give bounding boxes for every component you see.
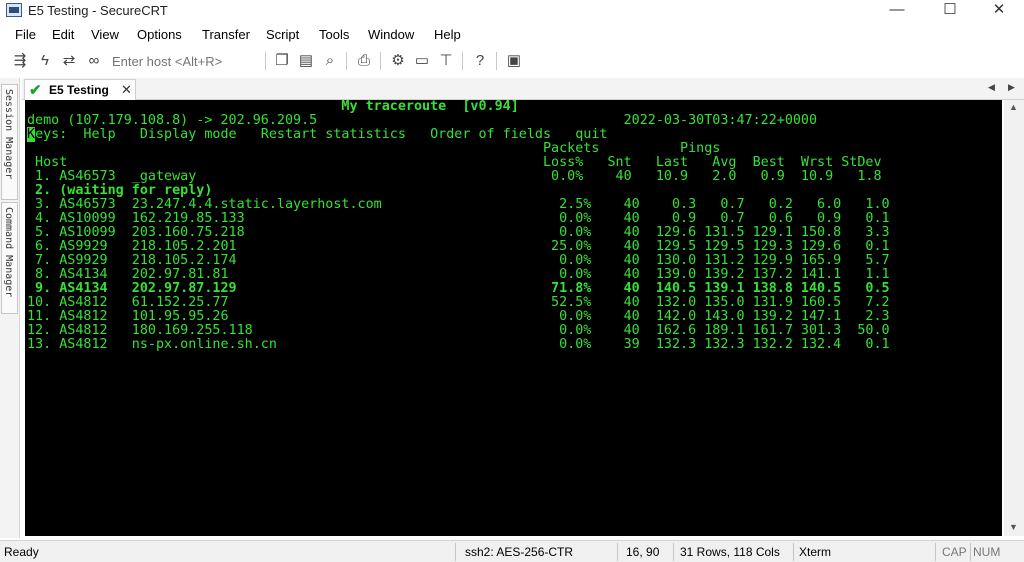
side-panel: Session Manager Command Manager [0,78,20,538]
status-bar: Ready ssh2: AES-256-CTR 16, 90 31 Rows, … [0,540,1024,562]
keymap-icon[interactable]: ▭ [412,51,432,71]
session-tab-strip: ✔ E5 Testing ✕ ◀ ▶ [22,78,1024,100]
status-terminal-type: Xterm [799,545,832,559]
status-separator [970,543,971,561]
hop-row: 12. AS4812 180.169.255.118 0.0% 40 162.6… [27,323,890,338]
menu-file[interactable]: File [15,27,36,42]
toolbar-separator [462,52,463,70]
hop-row: 3. AS46573 23.247.4.4.static.layerhost.c… [27,197,890,212]
hop-row: 13. AS4812 ns-px.online.sh.cn 0.0% 39 13… [27,337,890,352]
terminal-screen[interactable]: My traceroute [v0.94] demo (107.179.108.… [25,100,1002,536]
menu-edit[interactable]: Edit [52,27,74,42]
scroll-up-icon[interactable]: ▲ [1009,102,1018,112]
status-dimensions: 31 Rows, 118 Cols [680,545,780,559]
minimize-button[interactable]: — [874,0,920,22]
session-manager-label: Session Manager [3,89,14,180]
terminal-header-group-line: Packets Pings [27,141,721,156]
settings-icon[interactable]: ⚙ [388,51,408,71]
menu-transfer[interactable]: Transfer [202,27,250,42]
tab-scroll-right-icon[interactable]: ▶ [1008,82,1015,93]
tab-close-icon[interactable]: ✕ [121,82,132,98]
terminal-title-line: My traceroute [v0.94] [27,100,519,114]
help-icon[interactable]: ? [470,51,490,71]
hop-row: 5. AS10099 203.160.75.218 0.0% 40 129.6 … [27,225,890,240]
status-caps-lock: CAP [942,545,967,559]
status-cipher: ssh2: AES-256-CTR [465,545,574,559]
toolbar: ⇶ ϟ ⇄ ∞ ❐ ▤ ⌕ ⎙ ⚙ ▭ ⊤ ? ▣ [0,48,1024,74]
hop-row: 6. AS9929 218.105.2.201 25.0% 40 129.5 1… [27,239,890,254]
command-manager-label: Command Manager [3,207,14,298]
status-separator [673,543,674,561]
status-separator [935,543,936,561]
terminal-header-line: Host Loss% Snt Last Avg Best Wrst StDev [27,155,882,170]
link-icon[interactable]: ∞ [84,51,104,71]
window-title: E5 Testing - SecureCRT [28,3,168,18]
scroll-down-icon[interactable]: ▼ [1009,522,1018,532]
terminal-route-line: demo (107.179.108.8) -> 202.96.209.5 202… [27,113,818,128]
hop-row: 1. AS46573 _gateway 0.0% 40 10.9 2.0 0.9… [27,169,882,184]
command-manager-tab[interactable]: Command Manager [1,202,18,314]
hop-row: 7. AS9929 218.105.2.174 0.0% 40 130.0 13… [27,253,890,268]
connected-check-icon: ✔ [29,82,42,99]
reconnect-icon[interactable]: ⇄ [59,51,79,71]
terminal-scrollbar[interactable]: ▲ ▼ [1004,100,1024,536]
connect-icon[interactable]: ⇶ [10,51,30,71]
menu-window[interactable]: Window [368,27,414,42]
hop-row: 2. (waiting for reply) [27,183,213,198]
menu-script[interactable]: Script [266,27,299,42]
toolbar-separator [380,52,381,70]
tab-e5-testing[interactable]: ✔ E5 Testing ✕ [24,79,136,100]
maximize-button[interactable]: ☐ [927,0,973,22]
menu-help[interactable]: Help [434,27,461,42]
menu-tools[interactable]: Tools [319,27,349,42]
session-manager-tab[interactable]: Session Manager [1,84,18,200]
find-icon[interactable]: ⌕ [320,51,340,71]
terminal-cursor: K [27,127,36,142]
terminal-keys-line: Keys: Help Display mode Restart statisti… [27,127,608,142]
screen-icon[interactable]: ▣ [504,51,524,71]
status-separator [617,543,618,561]
toolbar-separator [265,52,266,70]
lightning-icon[interactable]: ϟ [35,51,55,71]
menu-view[interactable]: View [91,27,119,42]
status-separator [455,543,456,561]
keys-text: eys: Help Display mode Restart statistic… [35,127,608,142]
tab-scroll-left-icon[interactable]: ◀ [988,82,995,93]
status-num-lock: NUM [973,545,1001,559]
toolbar-separator [496,52,497,70]
copy-icon[interactable]: ❐ [272,51,292,71]
hop-row: 11. AS4812 101.95.95.26 0.0% 40 142.0 14… [27,309,890,324]
menu-bar: File Edit View Options Transfer Script T… [0,24,1024,46]
close-window-button[interactable]: ✕ [976,0,1022,22]
quick-connect-input[interactable] [112,52,260,70]
paste-icon[interactable]: ▤ [296,51,316,71]
status-cursor-position: 16, 90 [626,545,660,559]
status-ready: Ready [4,545,39,559]
menu-options[interactable]: Options [137,27,182,42]
status-separator [793,543,794,561]
sftp-icon[interactable]: ⊤ [436,51,456,71]
toolbar-separator [346,52,347,70]
hop-row: 8. AS4134 202.97.81.81 0.0% 40 139.0 139… [27,267,890,282]
tab-label: E5 Testing [49,83,109,97]
title-bar: E5 Testing - SecureCRT — ☐ ✕ [0,0,1024,22]
hop-row: 9. AS4134 202.97.87.129 71.8% 40 140.5 1… [27,281,890,296]
securecrt-app-icon [6,3,22,17]
hop-row: 4. AS10099 162.219.85.133 0.0% 40 0.9 0.… [27,211,890,226]
print-icon[interactable]: ⎙ [354,51,374,71]
hop-row: 10. AS4812 61.152.25.77 52.5% 40 132.0 1… [27,295,890,310]
